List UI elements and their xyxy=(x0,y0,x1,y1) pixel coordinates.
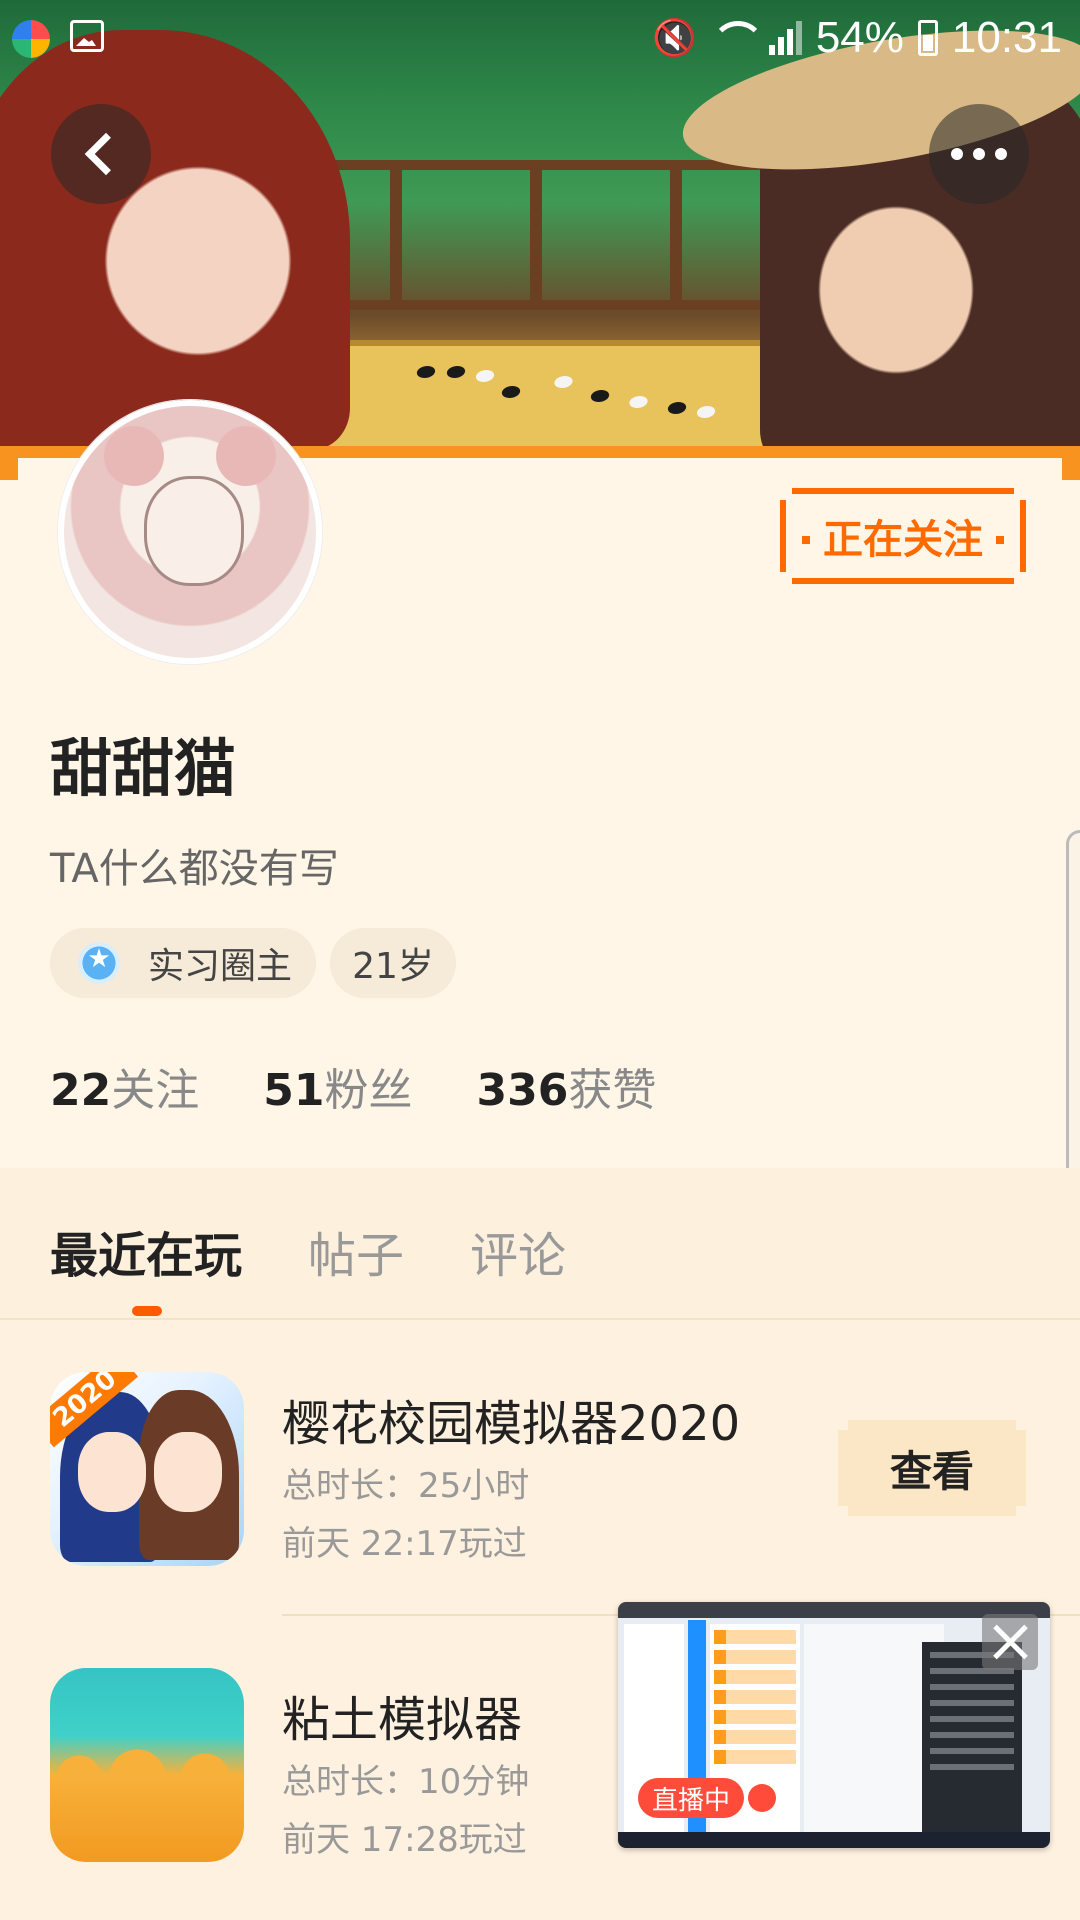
game-last-played: 前天 17:28玩过 xyxy=(282,1820,527,1860)
content-tabs: 最近在玩 帖子 评论 xyxy=(0,1168,1080,1320)
live-stream-window[interactable]: 直播中 xyxy=(618,1602,1050,1848)
role-badge[interactable]: 实习圈主 xyxy=(50,928,316,998)
game-duration: 总时长：10分钟 xyxy=(282,1762,530,1802)
wifi-icon xyxy=(710,21,765,55)
game-title: 樱花校园模拟器2020 xyxy=(282,1396,741,1452)
card-corner-left xyxy=(0,446,18,480)
mute-icon: 🔇 xyxy=(651,17,697,58)
tab-posts[interactable]: 帖子 xyxy=(308,1216,404,1286)
stat-following[interactable]: 22 关注 xyxy=(50,1054,199,1118)
stat-likes: 336 获赞 xyxy=(476,1054,656,1118)
likes-label: 获赞 xyxy=(568,1065,657,1116)
stat-fans[interactable]: 51 粉丝 xyxy=(263,1054,412,1118)
following-button[interactable]: 正在关注 xyxy=(780,488,1026,584)
chevron-left-icon xyxy=(84,132,128,176)
game-icon[interactable]: 2020 xyxy=(50,1372,244,1566)
close-icon[interactable] xyxy=(982,1614,1038,1670)
username: 甜甜猫 xyxy=(50,732,237,805)
star-badge-icon xyxy=(78,942,120,984)
avatar[interactable] xyxy=(58,400,322,664)
likes-count: 336 xyxy=(476,1065,569,1116)
signal-icon xyxy=(768,21,802,55)
banner-character-left xyxy=(0,30,350,450)
banner-character-right xyxy=(672,4,1080,450)
card-corner-right xyxy=(1062,446,1080,480)
battery-icon xyxy=(917,20,938,56)
age-badge: 21岁 xyxy=(330,928,456,998)
following-count: 22 xyxy=(50,1065,112,1116)
following-label: 关注 xyxy=(111,1065,200,1116)
user-bio: TA什么都没有写 xyxy=(50,846,339,892)
recording-dot-icon xyxy=(748,1784,776,1812)
game-icon[interactable] xyxy=(50,1668,244,1862)
game-title: 粘土模拟器 xyxy=(282,1692,523,1748)
app-notification-icon xyxy=(12,20,50,58)
game-last-played: 前天 22:17玩过 xyxy=(282,1524,527,1564)
battery-percent: 54% xyxy=(815,13,904,62)
more-options-button[interactable] xyxy=(929,104,1029,204)
fans-label: 粉丝 xyxy=(324,1065,413,1116)
active-tab-indicator xyxy=(132,1306,162,1316)
back-button[interactable] xyxy=(51,104,151,204)
clock: 10:31 xyxy=(951,13,1062,62)
list-item[interactable]: 2020 樱花校园模拟器2020 总时长：25小时 前天 22:17玩过 查看 xyxy=(0,1320,1080,1616)
side-panel-handle[interactable] xyxy=(1066,830,1080,1198)
role-label: 实习圈主 xyxy=(148,946,293,987)
more-dots-icon xyxy=(951,148,1007,160)
user-stats: 22 关注 51 粉丝 336 获赞 xyxy=(50,1054,656,1118)
banner-railing xyxy=(300,160,780,310)
tab-recently-played[interactable]: 最近在玩 xyxy=(50,1216,242,1286)
live-badge: 直播中 xyxy=(638,1778,745,1818)
status-bar: 🔇 54% 10:31 xyxy=(0,0,1080,76)
tab-comments[interactable]: 评论 xyxy=(470,1216,566,1286)
fans-count: 51 xyxy=(263,1065,325,1116)
gallery-notification-icon xyxy=(70,20,104,52)
game-duration: 总时长：25小时 xyxy=(282,1466,530,1506)
view-button[interactable]: 查看 xyxy=(838,1420,1026,1516)
